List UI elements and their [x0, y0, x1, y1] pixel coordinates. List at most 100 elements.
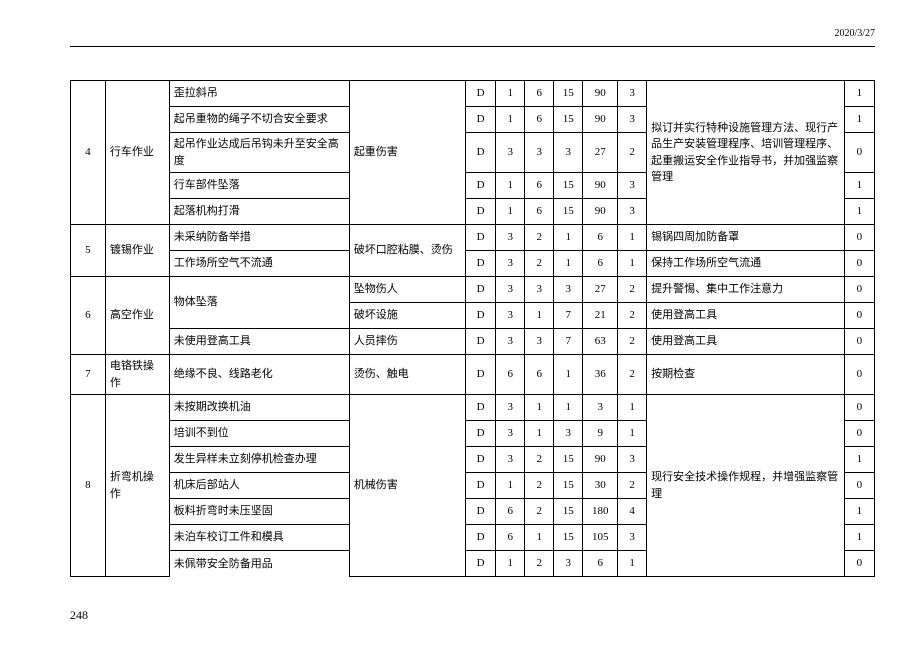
cell: 30	[583, 473, 618, 499]
cell: 90	[583, 173, 618, 199]
cell: 2	[618, 355, 647, 395]
table-row: 7 电铬铁操作 绝缘不良、线路老化 烫伤、触电 D 6 6 1 36 2 按期检…	[71, 355, 875, 395]
cell: 1	[618, 551, 647, 577]
row-number: 7	[71, 355, 106, 395]
cell: 3	[525, 133, 554, 173]
hazard: 未使用登高工具	[169, 329, 349, 355]
cell: 6	[525, 107, 554, 133]
operation: 电铬铁操作	[105, 355, 169, 395]
cell: 0	[844, 395, 874, 421]
operation: 镀锡作业	[105, 225, 169, 277]
cell: 3	[618, 107, 647, 133]
hazard: 起吊作业达成后吊钩未升至安全高度	[169, 133, 349, 173]
cell: 6	[525, 199, 554, 225]
cell: 3	[496, 421, 525, 447]
cell: 3	[496, 251, 525, 277]
cell: 1	[554, 395, 583, 421]
cell: 2	[525, 473, 554, 499]
cell: 7	[554, 303, 583, 329]
row-number: 4	[71, 81, 106, 225]
row-number: 8	[71, 395, 106, 577]
hazard: 行车部件坠落	[169, 173, 349, 199]
cell: 15	[554, 199, 583, 225]
cell: 0	[844, 277, 874, 303]
measure: 拟订并实行特种设施管理方法、现行产品生产安装管理程序、培训管理程序、起重搬运安全…	[647, 81, 845, 225]
measure: 按期检查	[647, 355, 845, 395]
cell: 27	[583, 133, 618, 173]
harm: 坠物伤人	[349, 277, 465, 303]
cell: 27	[583, 277, 618, 303]
cell: 15	[554, 107, 583, 133]
cell: 1	[554, 355, 583, 395]
hazard: 未按期改换机油	[169, 395, 349, 421]
cell: 6	[496, 355, 525, 395]
hazard: 未泊车校订工件和模具	[169, 525, 349, 551]
cell: D	[465, 473, 495, 499]
cell: 15	[554, 173, 583, 199]
operation: 行车作业	[105, 81, 169, 225]
cell: 15	[554, 499, 583, 525]
table-row: 5 镀锡作业 未采纳防备举措 破坏口腔粘膜、烫伤 D 3 2 1 6 1 锡锅四…	[71, 225, 875, 251]
cell: 1	[554, 225, 583, 251]
cell: 1	[496, 551, 525, 577]
cell: 3	[618, 525, 647, 551]
cell: 2	[525, 551, 554, 577]
operation: 高空作业	[105, 277, 169, 355]
cell: D	[465, 303, 495, 329]
cell: 21	[583, 303, 618, 329]
measure: 使用登高工具	[647, 329, 845, 355]
cell: 90	[583, 81, 618, 107]
cell: D	[465, 421, 495, 447]
cell: 1	[618, 421, 647, 447]
cell: 2	[525, 447, 554, 473]
row-number: 6	[71, 277, 106, 355]
cell: 105	[583, 525, 618, 551]
cell: 0	[844, 133, 874, 173]
cell: D	[465, 329, 495, 355]
cell: 4	[618, 499, 647, 525]
cell: 1	[844, 525, 874, 551]
cell: D	[465, 251, 495, 277]
cell: D	[465, 499, 495, 525]
page-date: 2020/3/27	[834, 28, 875, 39]
cell: 90	[583, 199, 618, 225]
harm: 人员摔伤	[349, 329, 465, 355]
cell: 3	[554, 421, 583, 447]
cell: 15	[554, 81, 583, 107]
cell: 2	[618, 303, 647, 329]
risk-assessment-table: 4 行车作业 歪拉斜吊 起重伤害 D 1 6 15 90 3 拟订并实行特种设施…	[70, 80, 875, 577]
table-row: 工作场所空气不流通 D 3 2 1 6 1 保持工作场所空气流通 0	[71, 251, 875, 277]
hazard: 歪拉斜吊	[169, 81, 349, 107]
cell: 1	[844, 199, 874, 225]
cell: 2	[618, 277, 647, 303]
cell: 2	[525, 225, 554, 251]
cell: 1	[844, 499, 874, 525]
cell: 15	[554, 525, 583, 551]
cell: 1	[496, 473, 525, 499]
measure: 保持工作场所空气流通	[647, 251, 845, 277]
hazard: 未佩带安全防备用品	[169, 551, 349, 577]
harm: 烫伤、触电	[349, 355, 465, 395]
cell: D	[465, 225, 495, 251]
cell: 6	[525, 173, 554, 199]
cell: 15	[554, 447, 583, 473]
operation: 折弯机操作	[105, 395, 169, 577]
hazard: 板料折弯时未压坚固	[169, 499, 349, 525]
cell: 6	[525, 81, 554, 107]
cell: 2	[618, 133, 647, 173]
cell: 3	[618, 199, 647, 225]
cell: 2	[618, 473, 647, 499]
hazard: 培训不到位	[169, 421, 349, 447]
table-row: 6 高空作业 物体坠落 坠物伤人 D 3 3 3 27 2 提升警惕、集中工作注…	[71, 277, 875, 303]
cell: 6	[583, 251, 618, 277]
table-row: 未使用登高工具 人员摔伤 D 3 3 7 63 2 使用登高工具 0	[71, 329, 875, 355]
cell: 1	[496, 199, 525, 225]
cell: 63	[583, 329, 618, 355]
cell: 1	[554, 251, 583, 277]
cell: 15	[554, 473, 583, 499]
table-row: 4 行车作业 歪拉斜吊 起重伤害 D 1 6 15 90 3 拟订并实行特种设施…	[71, 81, 875, 107]
cell: 3	[554, 277, 583, 303]
cell: 7	[554, 329, 583, 355]
table-row: 8 折弯机操作 未按期改换机油 机械伤害 D 3 1 1 3 1 现行安全技术操…	[71, 395, 875, 421]
cell: 3	[618, 173, 647, 199]
